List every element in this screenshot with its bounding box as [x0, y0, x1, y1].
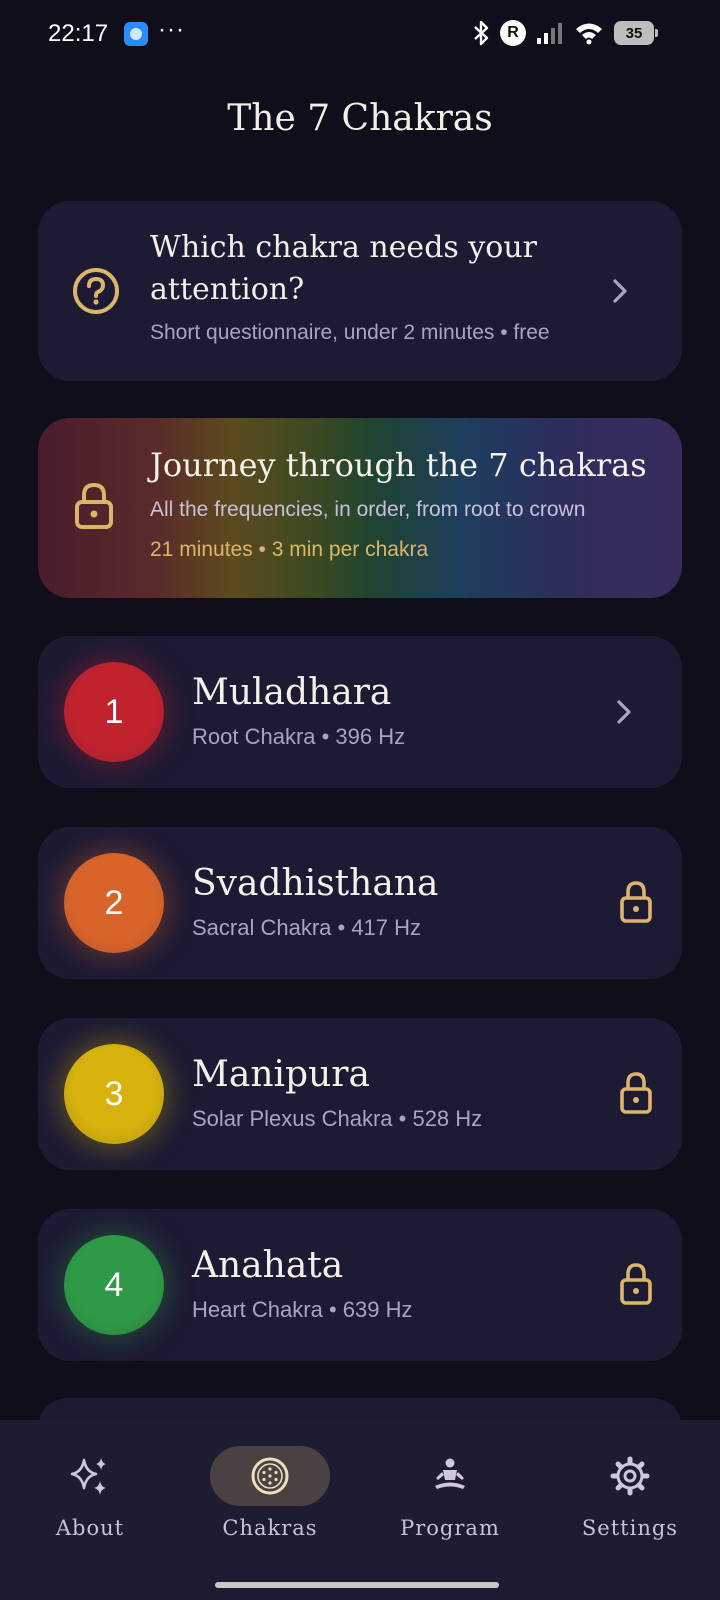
- sparkles-icon: [70, 1458, 106, 1495]
- chakra-number: 1: [104, 692, 124, 731]
- chevron-right-icon: [617, 700, 631, 724]
- chakra-number: 4: [104, 1265, 124, 1304]
- journey-meta: 21 minutes • 3 min per chakra: [150, 538, 429, 561]
- battery-icon: 35: [614, 21, 658, 45]
- chakra-number: 3: [104, 1074, 124, 1113]
- chakra-subtitle: Solar Plexus Chakra • 528 Hz: [192, 1106, 483, 1131]
- journey-subtitle: All the frequencies, in order, from root…: [150, 498, 586, 521]
- nav-item-chakras[interactable]: Chakras: [180, 1420, 360, 1560]
- quiz-subtitle: Short questionnaire, under 2 minutes • f…: [150, 321, 550, 344]
- question-icon: [73, 268, 119, 314]
- chakra-orb: 1: [64, 662, 164, 762]
- chakra-card-svadhisthana[interactable]: 2 Svadhisthana Sacral Chakra • 417 Hz: [38, 827, 682, 979]
- quiz-card[interactable]: Which chakra needs your attention? Short…: [38, 201, 682, 381]
- nav-item-about[interactable]: About: [0, 1420, 180, 1560]
- app-notification-icon: [124, 22, 148, 46]
- lock-icon: [75, 482, 113, 529]
- meditation-icon: [435, 1458, 465, 1489]
- chakra-orb: 3: [64, 1044, 164, 1144]
- status-icons: R 35: [472, 20, 658, 46]
- signal-icon: [536, 21, 564, 45]
- bottom-nav: About Chakras Program Settings: [0, 1420, 720, 1600]
- chakra-subtitle: Root Chakra • 396 Hz: [192, 724, 406, 749]
- nav-label: Settings: [581, 1516, 679, 1540]
- status-bar: 22:17 ··· R 35: [0, 0, 720, 70]
- gear-icon: [610, 1456, 650, 1496]
- nav-item-settings[interactable]: Settings: [540, 1420, 720, 1560]
- chakra-name: Anahata: [192, 1245, 344, 1286]
- chakra-orb: 2: [64, 853, 164, 953]
- chakra-card-manipura[interactable]: 3 Manipura Solar Plexus Chakra • 528 Hz: [38, 1018, 682, 1170]
- r-badge-icon: R: [500, 20, 526, 46]
- page-title: The 7 Chakras: [227, 98, 493, 139]
- lock-icon: [620, 1263, 652, 1305]
- journey-card[interactable]: Journey through the 7 chakras All the fr…: [38, 418, 682, 598]
- journey-title: Journey through the 7 chakras: [150, 446, 647, 484]
- chakra-name: Manipura: [192, 1054, 370, 1095]
- nav-item-program[interactable]: Program: [360, 1420, 540, 1560]
- bluetooth-icon: [472, 20, 490, 46]
- lock-icon: [620, 881, 652, 923]
- status-time: 22:17: [48, 20, 109, 47]
- chakra-subtitle: Sacral Chakra • 417 Hz: [192, 915, 422, 940]
- wifi-icon: [574, 21, 604, 45]
- chakra-card-muladhara[interactable]: 1 Muladhara Root Chakra • 396 Hz: [38, 636, 682, 788]
- more-notifications-icon: ···: [158, 16, 185, 43]
- chakra-name: Svadhisthana: [192, 863, 439, 904]
- chakra-name: Muladhara: [192, 672, 392, 713]
- home-indicator[interactable]: [215, 1582, 499, 1588]
- quiz-title: Which chakra needs your attention?: [150, 230, 537, 307]
- chakra-orb: 4: [64, 1235, 164, 1335]
- chakra-subtitle: Heart Chakra • 639 Hz: [192, 1297, 413, 1322]
- mandala-icon: [251, 1457, 289, 1495]
- lock-icon: [620, 1072, 652, 1114]
- nav-label: Program: [400, 1516, 500, 1540]
- chakra-number: 2: [104, 883, 124, 922]
- chakra-card-anahata[interactable]: 4 Anahata Heart Chakra • 639 Hz: [38, 1209, 682, 1361]
- chevron-right-icon: [613, 279, 627, 303]
- nav-label: Chakras: [222, 1516, 318, 1540]
- nav-label: About: [55, 1516, 125, 1540]
